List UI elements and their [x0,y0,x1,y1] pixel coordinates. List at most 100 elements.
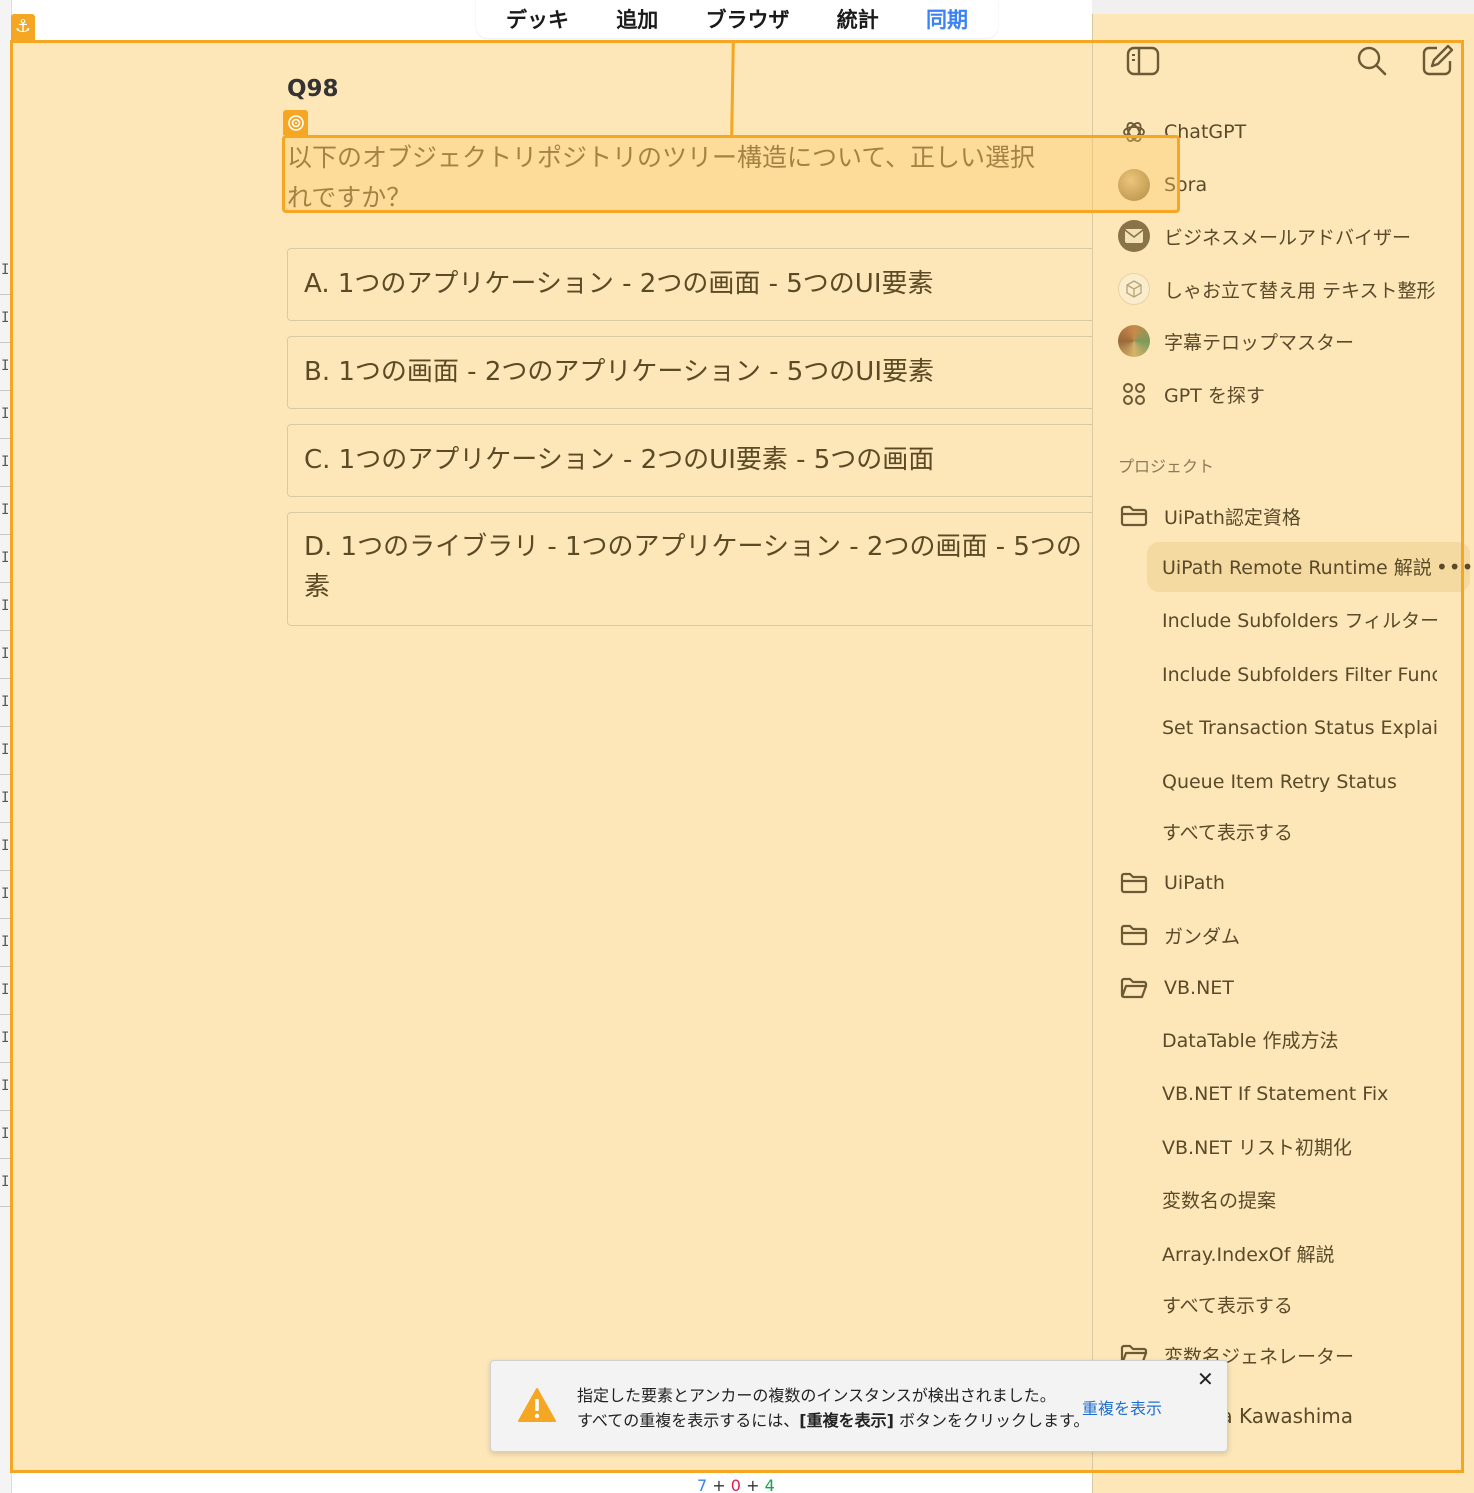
gpt-item-subtitle-master[interactable]: 字幕テロップマスター [1118,324,1354,358]
gpt-item-text-format[interactable]: しゃお立て替え用 テキスト整形 [1118,272,1435,306]
openai-logo-icon [1118,116,1150,148]
sidebar-window-topbar [1092,0,1474,14]
background-row-glyph: I [1,550,10,566]
background-row-glyph: I [1,358,10,374]
chat-item-include-subfolders-jp[interactable]: Include Subfolders フィルター解説 [1162,604,1437,638]
background-row-divider [0,486,10,487]
toast-message: 指定した要素とアンカーの複数のインスタンスが検出されました。 すべての重複を表示… [577,1383,1089,1433]
project-uipath[interactable]: UiPath [1120,866,1225,900]
choice-a[interactable]: A. 1つのアプリケーション - 2つの画面 - 5つのUI要素 [287,248,1107,321]
folder-icon [1120,505,1148,527]
projects-section-label: プロジェクト [1118,457,1215,476]
background-row-divider [0,678,10,679]
toast-line-2-pre: すべての重複を表示するには、 [577,1411,800,1430]
gpt-item-label: Sora [1164,174,1208,196]
cube-icon [1118,273,1150,305]
folder-icon [1120,872,1148,894]
sora-avatar-icon [1118,169,1150,201]
sidebar-toggle-icon[interactable] [1126,45,1160,81]
question-line-1: 以下のオブジェクトリポジトリのツリー構造について、正しい選択 [287,143,1036,172]
folder-open-icon [1120,977,1148,999]
counter-plus-1: + [712,1476,726,1493]
folder-icon [1120,924,1148,946]
background-row-divider [0,1014,10,1015]
gpt-item-sora[interactable]: Sora [1118,168,1207,202]
choice-d[interactable]: D. 1つのライブラリ - 1つのアプリケーション - 2つの画面 - 5つの … [287,512,1107,626]
chat-item-list-init[interactable]: VB.NET リスト初期化 [1162,1131,1437,1165]
business-mail-avatar-icon [1118,220,1150,252]
gpt-item-business-mail[interactable]: ビジネスメールアドバイザー [1118,219,1411,253]
show-duplicates-link[interactable]: 重複を表示 [1082,1395,1162,1419]
background-row-divider [0,534,10,535]
chat-item-var-names[interactable]: 変数名の提案 [1162,1184,1437,1218]
due-counter: 7 + 0 + 4 [697,1476,775,1493]
toast-line-2: すべての重複を表示するには、[重複を表示] ボタンをクリックします。 [577,1408,1089,1433]
target-icon [283,110,308,135]
background-row-glyph: I [1,838,10,854]
nav-sync[interactable]: 同期 [926,4,968,34]
background-row-glyph: I [1,1078,10,1094]
project-label: VB.NET [1164,977,1234,999]
background-row-divider [0,630,10,631]
background-row-divider [0,1110,10,1111]
background-row-glyph: I [1,1030,10,1046]
chat-item-indexof[interactable]: Array.IndexOf 解説 [1162,1238,1437,1272]
toast-line-1: 指定した要素とアンカーの複数のインスタンスが検出されました。 [577,1386,1056,1405]
toast-line-2-post: ボタンをクリックします。 [893,1411,1090,1430]
search-icon[interactable] [1356,45,1388,81]
choice-b[interactable]: B. 1つの画面 - 2つのアプリケーション - 5つのUI要素 [287,336,1107,409]
background-row-glyph: I [1,790,10,806]
choice-d-line-1: D. 1つのライブラリ - 1つのアプリケーション - 2つの画面 - 5つの [304,532,1082,562]
grid-dots-icon [1118,378,1150,410]
background-row-divider [0,582,10,583]
close-icon[interactable]: ✕ [1197,1367,1214,1391]
new-count: 7 [697,1476,708,1493]
background-row-glyph: I [1,646,10,662]
gpt-item-explore[interactable]: GPT を探す [1118,377,1265,411]
background-row-glyph: I [1,886,10,902]
choice-c[interactable]: C. 1つのアプリケーション - 2つのUI要素 - 5つの画面 [287,424,1107,497]
background-row-divider [0,438,10,439]
gpt-item-label: しゃお立て替え用 テキスト整形 [1164,279,1436,302]
question-title: Q98 [287,76,339,102]
chat-item-remote-runtime[interactable]: UiPath Remote Runtime 解説 [1162,551,1437,585]
nav-deck[interactable]: デッキ [506,4,569,34]
background-row-divider [0,294,10,295]
toast-line-2-bold: [重複を表示] [799,1411,894,1430]
chat-item-include-subfolders-en[interactable]: Include Subfolders Filter Function [1162,658,1437,692]
show-all-link[interactable]: すべて表示する [1162,816,1437,850]
nav-add[interactable]: 追加 [616,4,658,34]
chat-item-set-transaction[interactable]: Set Transaction Status Explained [1162,711,1437,745]
gpt-item-label: ビジネスメールアドバイザー [1164,226,1412,249]
project-label: UiPath認定資格 [1164,506,1301,529]
background-row-glyph: I [1,982,10,998]
project-uipath-cert[interactable]: UiPath認定資格 [1120,499,1301,533]
duplicate-instances-toast: 指定した要素とアンカーの複数のインスタンスが検出されました。 すべての重複を表示… [490,1360,1228,1452]
nav-stats[interactable]: 統計 [837,4,879,34]
background-row-divider [0,870,10,871]
nav-browse[interactable]: ブラウザ [706,4,790,34]
choice-d-line-2: 素 [304,572,331,602]
chat-item-if-statement[interactable]: VB.NET If Statement Fix [1162,1077,1437,1111]
counter-plus-2: + [746,1476,760,1493]
new-chat-icon[interactable] [1421,43,1455,81]
project-label: UiPath [1164,872,1225,894]
subtitle-master-avatar-icon [1118,325,1150,357]
chat-item-queue-retry[interactable]: Queue Item Retry Status [1162,765,1437,799]
review-count: 4 [764,1476,775,1493]
background-row-glyph: I [1,1126,10,1142]
background-row-glyph: I [1,310,10,326]
anki-top-nav: デッキ 追加 ブラウザ 統計 同期 [476,0,998,38]
gpt-item-chatgpt[interactable]: ChatGPT [1118,115,1246,149]
project-gundam[interactable]: ガンダム [1120,918,1240,952]
gpt-item-label: ChatGPT [1164,121,1247,143]
more-options-icon[interactable]: ••• [1436,555,1474,579]
show-all-link[interactable]: すべて表示する [1162,1289,1437,1323]
project-vbnet[interactable]: VB.NET [1120,971,1234,1005]
background-row-glyph: I [1,934,10,950]
background-row-glyph: I [1,694,10,710]
background-row-divider [0,966,10,967]
gpt-item-label: GPT を探す [1164,384,1265,407]
chat-item-datatable[interactable]: DataTable 作成方法 [1162,1024,1437,1058]
background-row-divider [0,918,10,919]
